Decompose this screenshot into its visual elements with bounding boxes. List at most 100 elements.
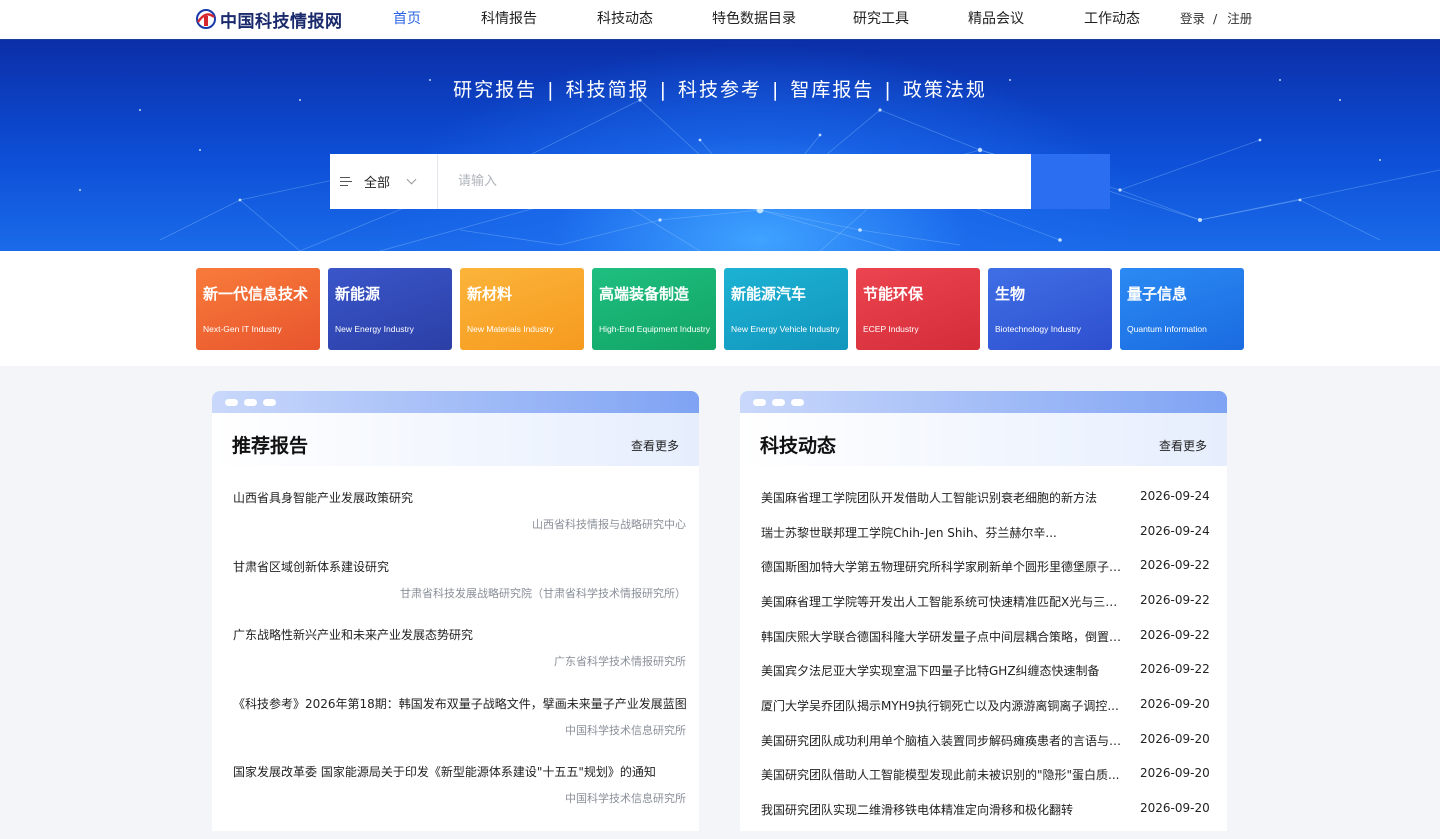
nav-tech-news[interactable]: 科技动态 bbox=[597, 0, 653, 40]
nav-conferences[interactable]: 精品会议 bbox=[968, 0, 1024, 40]
news-title: 德国斯图加特大学第五物理研究所科学家刷新单个圆形里德堡原子多... bbox=[761, 560, 1123, 574]
report-item[interactable]: 国家发展改革委 国家能源局关于印发《新型能源体系建设"十五五"规划》的通知 中国… bbox=[233, 763, 686, 806]
news-date: 2026-09-22 bbox=[1140, 628, 1210, 642]
news-title: 美国研究团队成功利用单个脑植入装置同步解码瘫痪患者的言语与手... bbox=[761, 734, 1123, 748]
report-item[interactable]: 广东战略性新兴产业和未来产业发展态势研究 广东省科学技术情报研究所 bbox=[233, 626, 686, 669]
report-item[interactable]: 《科技参考》2026年第18期：韩国发布双量子战略文件，擘画未来量子产业发展蓝图… bbox=[233, 695, 686, 738]
news-item[interactable]: 韩国庆熙大学联合德国科隆大学研发量子点中间层耦合策略，倒置磷... 2026-0… bbox=[761, 628, 1210, 648]
category-tile-new-materials[interactable]: 新材料 New Materials Industry bbox=[460, 268, 584, 350]
category-title: 新一代信息技术 bbox=[203, 285, 309, 303]
category-subtitle: Biotechnology Industry bbox=[995, 324, 1081, 334]
panel-header: 推荐报告 查看更多 bbox=[212, 413, 699, 466]
report-item[interactable]: 甘肃省区域创新体系建设研究 甘肃省科技发展战略研究院（甘肃省科学技术情报研究所） bbox=[233, 558, 686, 601]
category-title: 高端装备制造 bbox=[599, 285, 690, 303]
report-source: 山西省科技情报与战略研究中心 bbox=[532, 518, 686, 531]
nav-work-news[interactable]: 工作动态 bbox=[1084, 0, 1140, 40]
category-tile-quantum[interactable]: 量子信息 Quantum Information bbox=[1120, 268, 1244, 350]
news-title: 美国宾夕法尼亚大学实现室温下四量子比特GHZ纠缠态快速制备 bbox=[761, 664, 1100, 678]
category-tile-next-gen-it[interactable]: 新一代信息技术 Next-Gen IT Industry bbox=[196, 268, 320, 350]
banner-category-links: 研究报告 | 科技简报 | 科技参考 | 智库报告 | 政策法规 bbox=[0, 75, 1440, 102]
site-logo[interactable]: 中国科技情报网 bbox=[195, 8, 343, 32]
logo-text: 中国科技情报网 bbox=[220, 11, 343, 32]
news-title: 美国研究团队借助人工智能模型发现此前未被识别的"隐形"蛋白质... bbox=[761, 768, 1120, 782]
nav-home[interactable]: 首页 bbox=[393, 0, 421, 40]
banner-separator: | bbox=[659, 79, 668, 101]
list-icon bbox=[340, 176, 352, 187]
category-title: 新能源汽车 bbox=[731, 285, 807, 303]
view-more-link[interactable]: 查看更多 bbox=[631, 437, 679, 454]
report-title: 山西省具身智能产业发展政策研究 bbox=[233, 491, 414, 505]
category-tile-ecep[interactable]: 节能环保 ECEP Industry bbox=[856, 268, 980, 350]
news-date: 2026-09-22 bbox=[1140, 593, 1210, 607]
report-title: 甘肃省区域创新体系建设研究 bbox=[233, 560, 390, 574]
category-tile-biotechnology[interactable]: 生物 Biotechnology Industry bbox=[988, 268, 1112, 350]
category-title: 新能源 bbox=[335, 285, 381, 303]
window-dot-icon bbox=[772, 399, 785, 406]
category-tile-new-energy-vehicle[interactable]: 新能源汽车 New Energy Vehicle Industry bbox=[724, 268, 848, 350]
category-title: 节能环保 bbox=[863, 285, 924, 303]
report-title: 国家发展改革委 国家能源局关于印发《新型能源体系建设"十五五"规划》的通知 bbox=[233, 765, 656, 779]
search-scope-value: 全部 bbox=[364, 176, 391, 191]
banner-link-tech-brief[interactable]: 科技简报 bbox=[566, 79, 650, 101]
news-item[interactable]: 瑞士苏黎世联邦理工学院Chih-Jen Shih、芬兰赫尔辛... 2026-0… bbox=[761, 524, 1210, 544]
news-date: 2026-09-24 bbox=[1140, 489, 1210, 503]
news-item[interactable]: 美国麻省理工学院等开发出人工智能系统可快速精准匹配X光与三维... 2026-0… bbox=[761, 593, 1210, 613]
view-more-link[interactable]: 查看更多 bbox=[1159, 437, 1207, 454]
banner-separator: | bbox=[772, 79, 781, 101]
nav-research-tools[interactable]: 研究工具 bbox=[853, 0, 909, 40]
news-title: 瑞士苏黎世联邦理工学院Chih-Jen Shih、芬兰赫尔辛... bbox=[761, 526, 1057, 540]
news-date: 2026-09-20 bbox=[1140, 732, 1210, 746]
news-title: 韩国庆熙大学联合德国科隆大学研发量子点中间层耦合策略，倒置磷... bbox=[761, 630, 1123, 644]
category-subtitle: New Energy Vehicle Industry bbox=[731, 324, 840, 334]
panel-title: 科技动态 bbox=[760, 435, 837, 457]
news-date: 2026-09-22 bbox=[1140, 558, 1210, 572]
category-title: 生物 bbox=[995, 285, 1026, 303]
news-item[interactable]: 美国麻省理工学院团队开发借助人工智能识别衰老细胞的新方法 2026-09-24 bbox=[761, 489, 1210, 509]
category-title: 量子信息 bbox=[1127, 285, 1188, 303]
window-dot-icon bbox=[263, 399, 276, 406]
category-subtitle: New Materials Industry bbox=[467, 324, 554, 334]
report-title: 《科技参考》2026年第18期：韩国发布双量子战略文件，擘画未来量子产业发展蓝图 bbox=[233, 697, 686, 711]
logo-icon bbox=[195, 8, 217, 30]
category-tile-high-end-equipment[interactable]: 高端装备制造 High-End Equipment Industry bbox=[592, 268, 716, 350]
news-date: 2026-09-22 bbox=[1140, 662, 1210, 676]
news-title: 美国麻省理工学院等开发出人工智能系统可快速精准匹配X光与三维... bbox=[761, 595, 1123, 609]
banner-separator: | bbox=[884, 79, 893, 101]
panel-window-bar bbox=[212, 391, 699, 413]
search-button[interactable] bbox=[331, 154, 1110, 209]
recommended-reports-panel: 推荐报告 查看更多 山西省具身智能产业发展政策研究 山西省科技情报与战略研究中心… bbox=[212, 391, 699, 831]
login-link[interactable]: 登录 bbox=[1180, 11, 1205, 26]
window-dot-icon bbox=[244, 399, 257, 406]
banner-link-research-report[interactable]: 研究报告 bbox=[453, 79, 537, 101]
tech-news-panel: 科技动态 查看更多 美国麻省理工学院团队开发借助人工智能识别衰老细胞的新方法 2… bbox=[740, 391, 1227, 831]
report-title: 广东战略性新兴产业和未来产业发展态势研究 bbox=[233, 628, 474, 642]
news-date: 2026-09-20 bbox=[1140, 801, 1210, 815]
top-navigation-bar: 中国科技情报网 首页 科情报告 科技动态 特色数据目录 研究工具 精品会议 工作… bbox=[0, 0, 1440, 40]
category-tile-new-energy[interactable]: 新能源 New Energy Industry bbox=[328, 268, 452, 350]
auth-links: 登录 / 注册 bbox=[1180, 0, 1252, 40]
news-date: 2026-09-20 bbox=[1140, 766, 1210, 780]
news-item[interactable]: 厦门大学吴乔团队揭示MYH9执行铜死亡以及内源游离铜离子调控... 2026-0… bbox=[761, 697, 1210, 717]
search-icon bbox=[331, 155, 349, 173]
banner-link-tech-reference[interactable]: 科技参考 bbox=[678, 79, 762, 101]
report-item[interactable]: 山西省具身智能产业发展政策研究 山西省科技情报与战略研究中心 bbox=[233, 489, 686, 532]
category-subtitle: Next-Gen IT Industry bbox=[203, 324, 282, 334]
register-link[interactable]: 注册 bbox=[1227, 11, 1252, 26]
window-dot-icon bbox=[791, 399, 804, 406]
news-item[interactable]: 美国研究团队借助人工智能模型发现此前未被识别的"隐形"蛋白质... 2026-0… bbox=[761, 766, 1210, 786]
auth-separator: / bbox=[1213, 11, 1218, 26]
panel-header: 科技动态 查看更多 bbox=[740, 413, 1227, 466]
panel-window-bar bbox=[740, 391, 1227, 413]
nav-reports[interactable]: 科情报告 bbox=[481, 0, 537, 40]
news-item[interactable]: 我国研究团队实现二维滑移铁电体精准定向滑移和极化翻转 2026-09-20 bbox=[761, 801, 1210, 821]
report-source: 广东省科学技术情报研究所 bbox=[554, 655, 686, 668]
window-dot-icon bbox=[225, 399, 238, 406]
nav-data-catalog[interactable]: 特色数据目录 bbox=[712, 0, 796, 40]
news-item[interactable]: 德国斯图加特大学第五物理研究所科学家刷新单个圆形里德堡原子多... 2026-0… bbox=[761, 558, 1210, 578]
news-item[interactable]: 美国宾夕法尼亚大学实现室温下四量子比特GHZ纠缠态快速制备 2026-09-22 bbox=[761, 662, 1210, 682]
news-item[interactable]: 美国研究团队成功利用单个脑植入装置同步解码瘫痪患者的言语与手... 2026-0… bbox=[761, 732, 1210, 752]
banner-link-think-tank[interactable]: 智库报告 bbox=[790, 79, 874, 101]
panel-title: 推荐报告 bbox=[232, 435, 309, 457]
banner-link-policy[interactable]: 政策法规 bbox=[903, 79, 987, 101]
search-input[interactable] bbox=[438, 154, 1031, 209]
